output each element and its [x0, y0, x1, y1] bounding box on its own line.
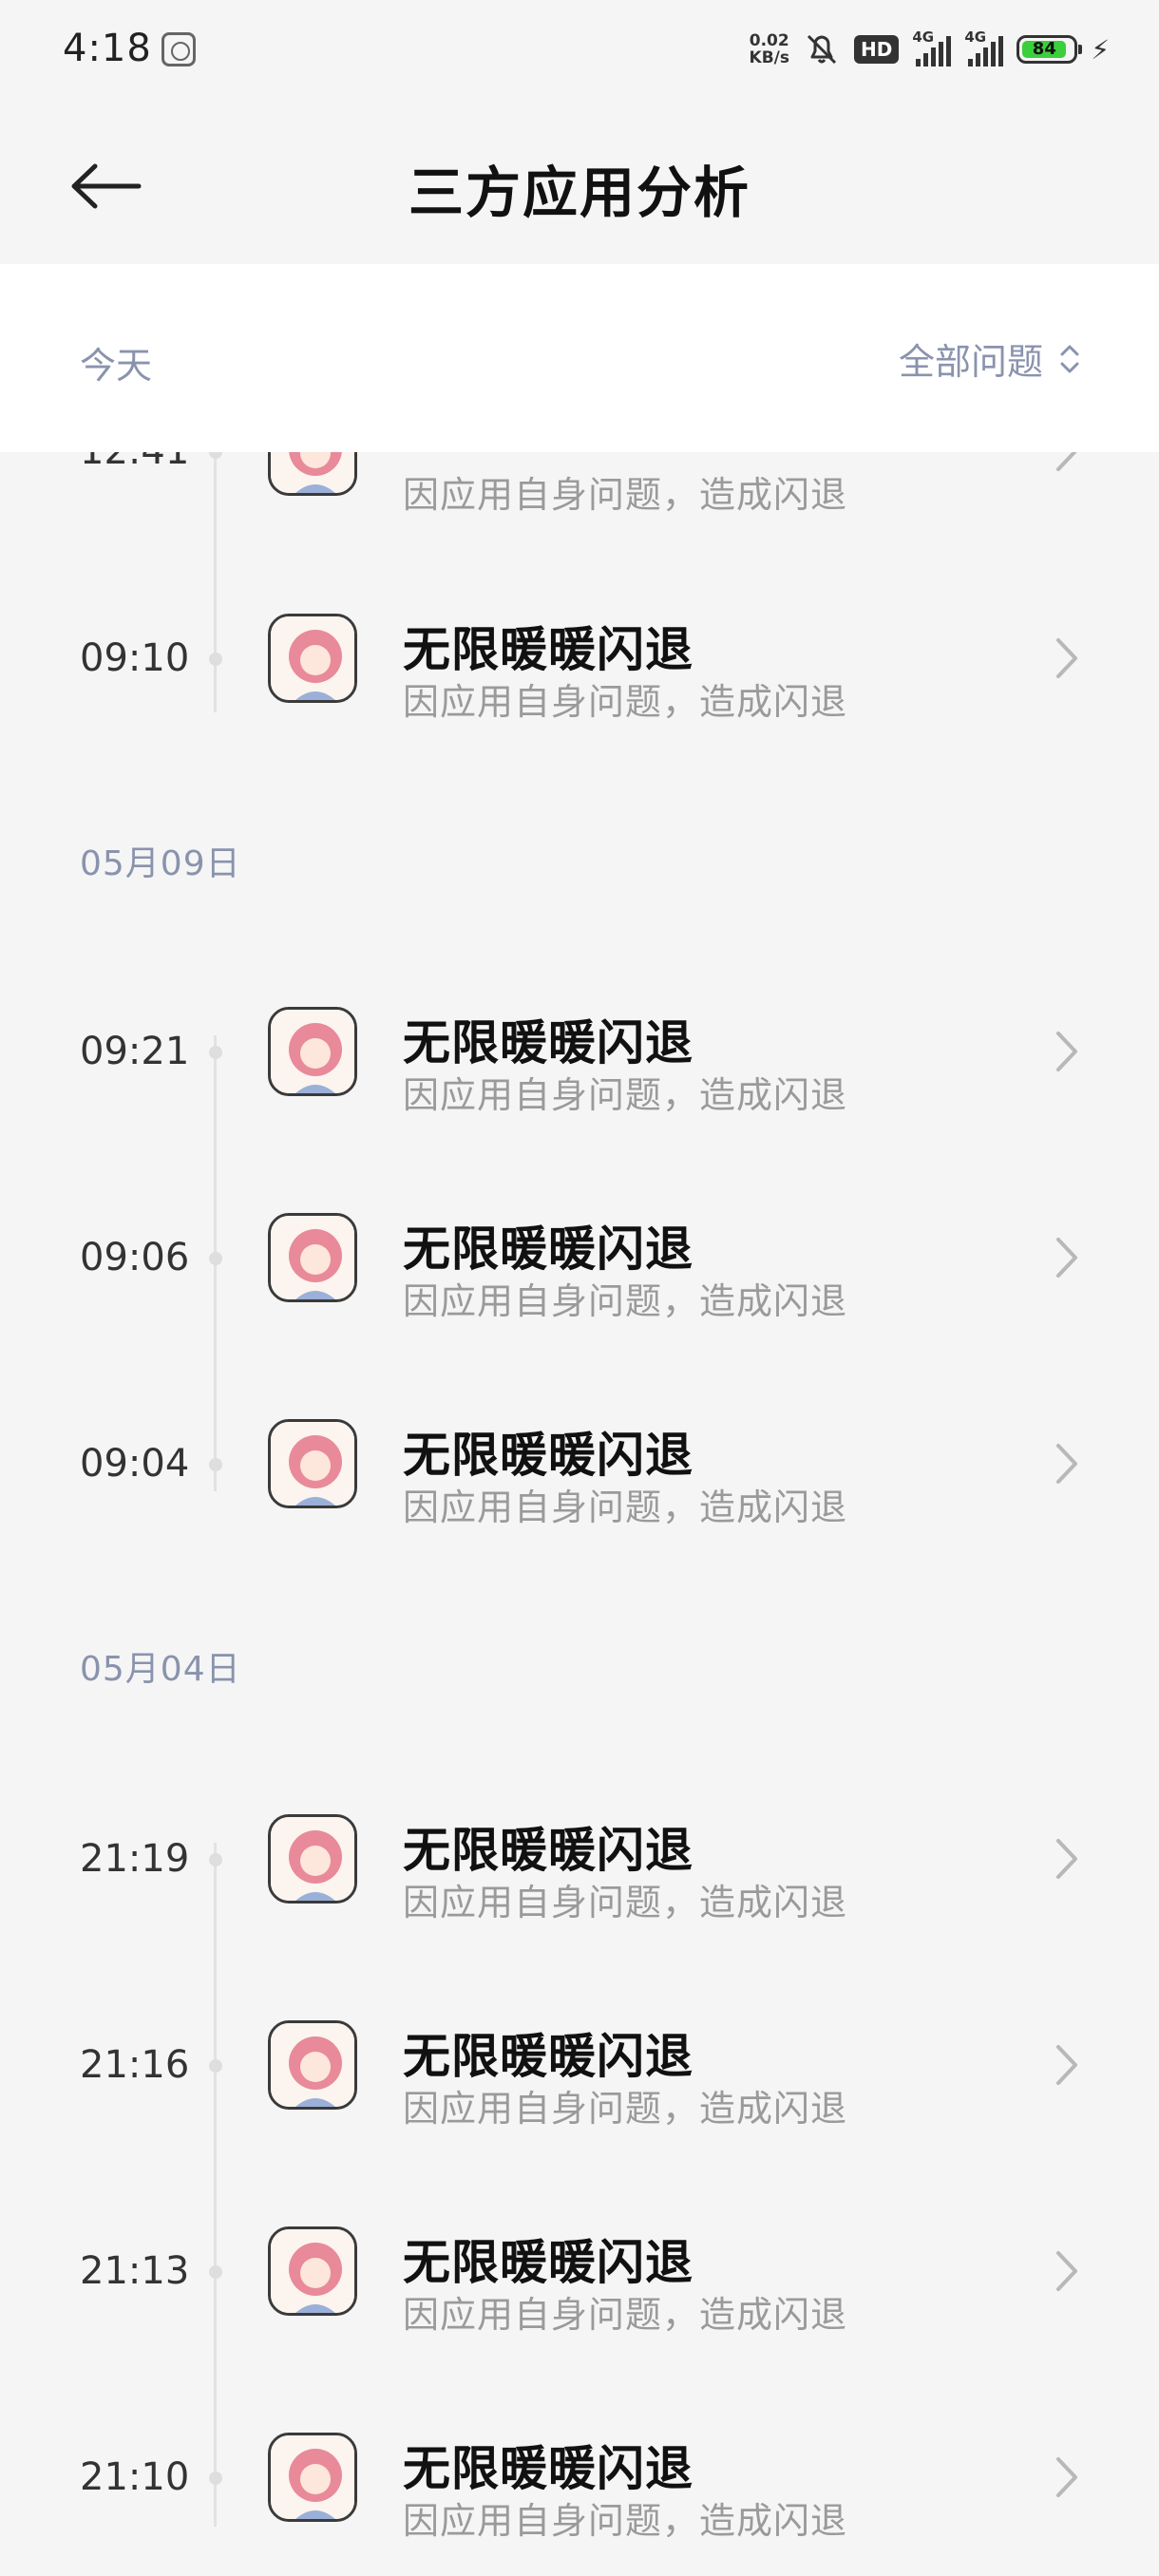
chevron-right-icon: [1056, 2251, 1077, 2291]
crash-time: 09:10: [80, 636, 190, 680]
timeline-dot: [209, 1853, 222, 1866]
network-type-label: 4G: [912, 28, 935, 46]
crash-title: 无限暖暖闪退: [403, 2029, 694, 2084]
problem-filter-dropdown[interactable]: 全部问题: [899, 332, 1081, 385]
crash-title: 无限暖暖闪退: [403, 1222, 694, 1277]
battery-level: 84: [1032, 39, 1056, 59]
network-speed: 0.02 KB/s: [750, 32, 789, 66]
page-title: 三方应用分析: [408, 161, 750, 225]
problem-filter-label: 全部问题: [898, 341, 1043, 383]
sort-updown-icon: [1060, 345, 1079, 372]
timeline-dot: [209, 2265, 222, 2279]
crash-reason: 因应用自身问题，造成闪退: [403, 1074, 848, 1116]
app-icon: [268, 1419, 357, 1508]
timeline-dot: [209, 653, 222, 666]
crash-list-item[interactable]: 09:21 无限暖暖闪退 因应用自身问题，造成闪退: [0, 959, 1159, 1140]
crash-title: 无限暖暖闪退: [403, 622, 694, 677]
network-speed-value: 0.02: [749, 31, 789, 50]
crash-reason: 因应用自身问题，造成闪退: [403, 2294, 848, 2336]
network-speed-unit: KB/s: [749, 48, 789, 67]
filter-bar: 今天 全部问题: [0, 264, 1159, 452]
crash-time: 09:06: [80, 1236, 190, 1279]
crash-reason: 因应用自身问题，造成闪退: [403, 1487, 848, 1528]
app-icon: [268, 614, 357, 703]
chevron-right-icon: [1056, 2457, 1077, 2497]
timeline-dot: [209, 2059, 222, 2073]
network-type-label: 4G: [964, 28, 987, 46]
crash-list-item[interactable]: 21:10 无限暖暖闪退 因应用自身问题，造成闪退: [0, 2385, 1159, 2566]
crash-reason: 因应用自身问题，造成闪退: [403, 1882, 848, 1923]
chevron-right-icon: [1056, 1444, 1077, 1484]
app-icon: [268, 2020, 357, 2110]
crash-title: 无限暖暖闪退: [403, 1015, 694, 1070]
screen: 12:41 因应用自身问题，造成闪退 09:10: [0, 0, 1159, 2576]
chevron-right-icon: [1056, 638, 1077, 678]
app-icon: [268, 2226, 357, 2316]
crash-time: 21:19: [80, 1837, 190, 1881]
status-icons: 0.02 KB/s HD 4G 4G 84 ⚡: [750, 25, 1110, 74]
status-time: 4:18: [63, 27, 152, 70]
hd-voice-badge: HD: [853, 35, 900, 64]
crash-reason: 因应用自身问题，造成闪退: [403, 474, 848, 516]
crash-time: 21:13: [80, 2249, 190, 2293]
timeline-dot: [209, 1046, 222, 1059]
crash-time: 21:10: [80, 2455, 190, 2499]
crash-title: 无限暖暖闪退: [403, 1428, 694, 1483]
timeline-dot: [209, 1458, 222, 1471]
section-date-header: 05月09日: [80, 844, 241, 883]
battery-icon: 84: [1016, 35, 1083, 64]
crash-list-item[interactable]: 21:16 无限暖暖闪退 因应用自身问题，造成闪退: [0, 1973, 1159, 2153]
charging-icon: ⚡: [1091, 33, 1110, 66]
crash-title: 无限暖暖闪退: [403, 2235, 694, 2290]
section-date-header: 05月04日: [80, 1650, 241, 1689]
crash-reason: 因应用自身问题，造成闪退: [403, 681, 848, 723]
app-icon: [268, 2433, 357, 2522]
chevron-right-icon: [1056, 1238, 1077, 1278]
app-icon: [268, 1213, 357, 1302]
crash-reason: 因应用自身问题，造成闪退: [403, 2088, 848, 2130]
app-icon: [268, 1814, 357, 1904]
app-icon: [268, 1007, 357, 1096]
chevron-right-icon: [1056, 1032, 1077, 1071]
crash-reason: 因应用自身问题，造成闪退: [403, 1280, 848, 1322]
crash-list-item[interactable]: 09:04 无限暖暖闪退 因应用自身问题，造成闪退: [0, 1372, 1159, 1552]
crash-list-item[interactable]: 21:19 无限暖暖闪退 因应用自身问题，造成闪退: [0, 1767, 1159, 1947]
crash-time: 09:04: [80, 1442, 190, 1486]
crash-list-item[interactable]: 09:10 无限暖暖闪退 因应用自身问题，造成闪退: [0, 566, 1159, 747]
signal-strength-icon: 4G: [964, 28, 1004, 66]
crash-list-item[interactable]: 21:13 无限暖暖闪退 因应用自身问题，造成闪退: [0, 2179, 1159, 2359]
timeline-dot: [209, 1252, 222, 1265]
crash-title: 无限暖暖闪退: [403, 1823, 694, 1878]
notification-app-icon: [162, 32, 196, 66]
chevron-right-icon: [1056, 1839, 1077, 1879]
crash-list-item[interactable]: 09:06 无限暖暖闪退 因应用自身问题，造成闪退: [0, 1165, 1159, 1346]
mute-bell-icon: [807, 34, 837, 65]
status-bar: 4:18 0.02 KB/s HD 4G 4G 84 ⚡: [0, 0, 1159, 99]
crash-time: 21:16: [80, 2043, 190, 2087]
crash-time: 09:21: [80, 1030, 190, 1073]
chevron-right-icon: [1056, 2045, 1077, 2085]
timeline-dot: [209, 2472, 222, 2485]
crash-reason: 因应用自身问题，造成闪退: [403, 2500, 848, 2542]
app-header: 三方应用分析: [0, 99, 1159, 262]
signal-strength-icon: 4G: [912, 28, 952, 66]
current-date-label: 今天: [80, 345, 153, 387]
crash-title: 无限暖暖闪退: [403, 2441, 694, 2496]
